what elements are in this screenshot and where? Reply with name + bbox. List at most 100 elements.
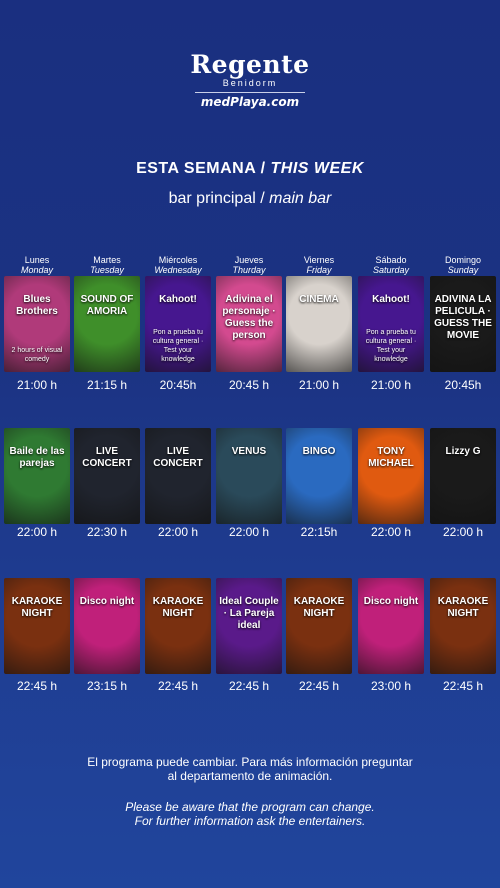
day-header: Sábado Saturday: [361, 255, 421, 275]
singer-poster: [358, 428, 424, 524]
day-header: Lunes Monday: [7, 255, 67, 275]
event-poster: SOUND OF AMORIA: [74, 276, 140, 372]
event-poster: Baile de las parejas: [4, 428, 70, 524]
event-time: 21:15 h: [86, 378, 128, 392]
event-poster: KARAOKE NIGHT: [286, 578, 352, 674]
event-name: VENUS: [231, 446, 267, 457]
event-poster: Kahoot! Pon a prueba tu cultura general ·…: [145, 276, 211, 372]
event-poster: LIVE CONCERT: [145, 428, 211, 524]
event-name: LIVE CONCERT: [153, 446, 203, 469]
event-poster: CINEMA: [286, 276, 352, 372]
event-name: Disco night: [363, 596, 419, 607]
event-poster: Lizzy G: [430, 428, 496, 524]
day-header: Miércoles Wednesday: [148, 255, 208, 275]
brand-divider: [195, 92, 305, 93]
event-name: KARAOKE NIGHT: [11, 596, 63, 619]
event-time: 22:30 h: [86, 525, 128, 539]
microphone-poster: [145, 578, 211, 674]
microphone-poster: [286, 578, 352, 674]
day-name-es: Martes: [93, 255, 121, 265]
brand-group: medPlaya.com: [200, 95, 300, 109]
concert-poster: [145, 428, 211, 524]
footer-notice-es: El programa puede cambiar. Para más info…: [0, 755, 500, 783]
event-name: KARAOKE NIGHT: [152, 596, 204, 619]
microphone-poster: [430, 578, 496, 674]
day-name-en: Sunday: [447, 265, 479, 275]
event-name: Adivina el personaje · Guess the person: [222, 294, 276, 341]
event-poster: Disco night: [358, 578, 424, 674]
footer-es-line2: al departamento de animación.: [167, 769, 333, 783]
event-description: Pon a prueba tu cultura general · Test y…: [152, 329, 204, 363]
page-subtitle: bar principal / main bar: [0, 190, 500, 208]
event-time: 22:45 h: [16, 679, 58, 693]
day-name-es: Jueves: [234, 255, 264, 265]
event-name: Blues Brothers: [16, 294, 58, 317]
event-time: 22:00 h: [16, 525, 58, 539]
event-poster: LIVE CONCERT: [74, 428, 140, 524]
footer-en-line1: Please be aware that the program can cha…: [125, 800, 375, 814]
event-time: 22:45 h: [157, 679, 199, 693]
event-poster: Disco night: [74, 578, 140, 674]
event-time: 22:00 h: [442, 525, 484, 539]
brand-logo: Regente Benidorm medPlaya.com: [0, 52, 500, 110]
day-header: Martes Tuesday: [77, 255, 137, 275]
event-time: 21:00 h: [16, 378, 58, 392]
day-name-en: Thurday: [232, 265, 266, 275]
cinema-poster: [286, 276, 352, 372]
event-time: 20:45h: [159, 378, 197, 392]
day-header: Domingo Sunday: [433, 255, 493, 275]
event-time: 22:00 h: [370, 525, 412, 539]
event-time: 20:45h: [444, 378, 482, 392]
event-name: KARAOKE NIGHT: [437, 596, 489, 619]
event-name: Disco night: [79, 596, 135, 607]
day-header: Viernes Friday: [289, 255, 349, 275]
singer-poster: [216, 428, 282, 524]
footer-notice-en: Please be aware that the program can cha…: [0, 800, 500, 828]
event-poster: ADIVINA LA PELICULA · GUESS THE MOVIE: [430, 276, 496, 372]
microphone-poster: [4, 578, 70, 674]
event-description: 2 hours of visual comedy: [11, 347, 63, 363]
title-separator: /: [260, 160, 266, 177]
brand-name: Regente: [190, 50, 310, 79]
event-poster: KARAOKE NIGHT: [4, 578, 70, 674]
event-name: Kahoot!: [159, 294, 197, 305]
day-name-es: Lunes: [24, 255, 50, 265]
event-name: BINGO: [302, 446, 336, 457]
footer-en-line2: For further information ask the entertai…: [134, 814, 366, 828]
event-name: Ideal Couple · La Pareja ideal: [219, 596, 279, 631]
event-name: Lizzy G: [445, 446, 481, 457]
event-time: 20:45 h: [228, 378, 270, 392]
day-name-en: Wednesday: [154, 265, 202, 275]
event-name: TONY MICHAEL: [368, 446, 414, 469]
event-name: Kahoot!: [372, 294, 410, 305]
dance-poster: [4, 428, 70, 524]
day-name-es: Sábado: [375, 255, 407, 265]
day-header: Jueves Thurday: [219, 255, 279, 275]
day-name-en: Friday: [306, 265, 332, 275]
brand-city: Benidorm: [222, 78, 278, 88]
day-name-es: Domingo: [444, 255, 482, 265]
title-en: THIS WEEK: [270, 160, 364, 177]
event-name: LIVE CONCERT: [82, 446, 132, 469]
title-es: ESTA SEMANA: [136, 160, 256, 177]
day-headers: Lunes Monday Martes Tuesday Miércoles Wednesd…: [0, 255, 500, 275]
bingo-poster: [286, 428, 352, 524]
event-time: 22:00 h: [157, 525, 199, 539]
event-time: 22:00 h: [228, 525, 270, 539]
day-name-es: Viernes: [303, 255, 335, 265]
event-poster: Kahoot! Pon a prueba tu cultura general ·…: [358, 276, 424, 372]
event-name: CINEMA: [299, 294, 339, 305]
page-title: ESTA SEMANA / THIS WEEK: [0, 160, 500, 178]
music-show-poster: [74, 276, 140, 372]
event-poster: Adivina el personaje · Guess the person: [216, 276, 282, 372]
event-name: KARAOKE NIGHT: [293, 596, 345, 619]
event-name: Baile de las parejas: [9, 446, 65, 469]
event-name: ADIVINA LA PELICULA · GUESS THE MOVIE: [434, 294, 492, 341]
event-time: 21:00 h: [370, 378, 412, 392]
event-poster: Ideal Couple · La Pareja ideal: [216, 578, 282, 674]
day-name-en: Saturday: [372, 265, 410, 275]
event-time: 23:15 h: [86, 679, 128, 693]
event-poster: KARAOKE NIGHT: [145, 578, 211, 674]
subtitle-en: main bar: [269, 190, 332, 207]
event-poster: Blues Brothers 2 hours of visual comedy: [4, 276, 70, 372]
